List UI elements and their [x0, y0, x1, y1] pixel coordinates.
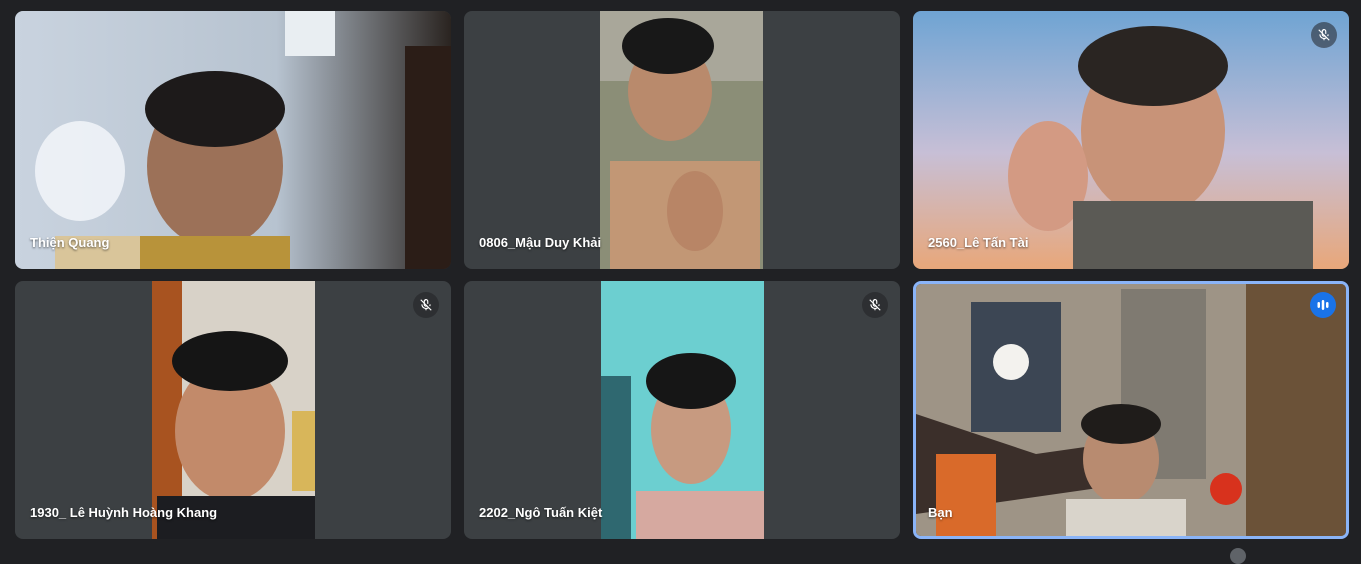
- participant-tile-le-tan-tai[interactable]: 2560_Lê Tấn Tài: [913, 11, 1349, 269]
- participant-tile-thien-quang[interactable]: Thiện Quang: [15, 11, 451, 269]
- speaking-indicator-icon: [1310, 292, 1336, 318]
- video-feed: [601, 281, 764, 539]
- participant-name: 2202_Ngô Tuấn Kiệt: [479, 505, 603, 520]
- participant-name: 1930_ Lê Huỳnh Hoàng Khang: [30, 505, 218, 520]
- video-feed: [600, 11, 763, 269]
- participant-name: 0806_Mậu Duy Khải: [479, 235, 602, 250]
- mic-off-icon: [413, 292, 439, 318]
- mic-off-icon: [862, 292, 888, 318]
- mic-off-icon: [1311, 22, 1337, 48]
- video-feed: [15, 11, 451, 269]
- participant-tile-self[interactable]: Bạn: [913, 281, 1349, 539]
- video-feed: [152, 281, 315, 539]
- participant-name: Thiện Quang: [30, 235, 110, 250]
- participant-tile-ngo-tuan-kiet[interactable]: 2202_Ngô Tuấn Kiệt: [464, 281, 900, 539]
- video-feed: [913, 11, 1349, 269]
- participant-tile-mau-duy-khai[interactable]: 0806_Mậu Duy Khải: [464, 11, 900, 269]
- participant-name: 2560_Lê Tấn Tài: [928, 235, 1029, 250]
- video-feed: [916, 284, 1346, 536]
- toolbar-edge: [1230, 548, 1246, 564]
- participant-name: Bạn: [928, 505, 953, 520]
- participant-tile-hoang-khang[interactable]: 1930_ Lê Huỳnh Hoàng Khang: [15, 281, 451, 539]
